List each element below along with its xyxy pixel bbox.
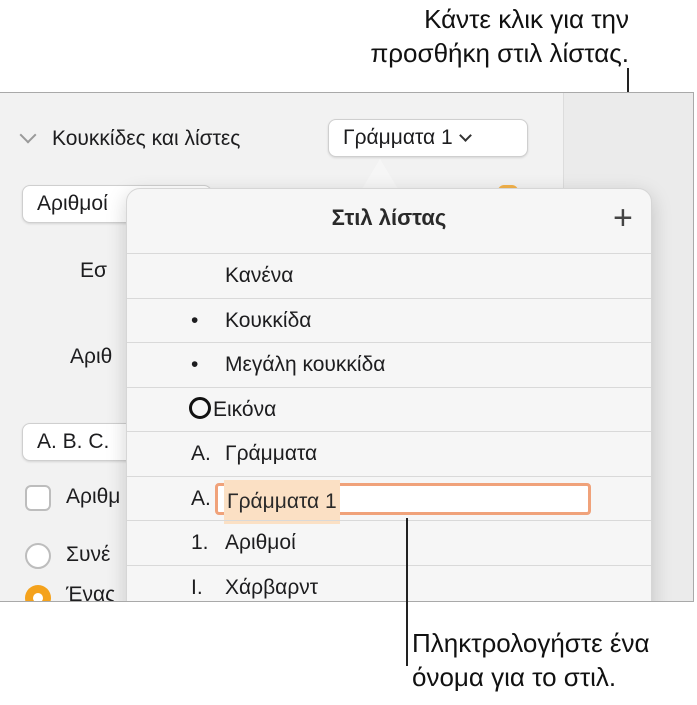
callout-pointer-line xyxy=(406,518,408,666)
list-item[interactable]: • Κουκκίδα xyxy=(127,297,651,343)
chevron-down-icon xyxy=(458,129,472,142)
start-at-radio[interactable] xyxy=(25,585,51,601)
style-name-input[interactable]: Γράμματα 1 xyxy=(215,479,591,524)
list-item-label: Μεγάλη κουκκίδα xyxy=(225,353,386,376)
list-item-prefix: A. xyxy=(191,442,211,465)
list-item[interactable]: Εικόνα xyxy=(127,386,651,432)
callout-line: Πληκτρολογήστε ένα xyxy=(412,628,650,658)
list-styles-popover: Στιλ λίστας + Κανένα • Κουκκίδα • Μεγάλη… xyxy=(126,188,652,602)
continue-radio-label: Συνέ xyxy=(66,543,111,566)
list-item[interactable]: I. Χάρβαρντ xyxy=(127,564,651,602)
list-item-editing[interactable]: A. Γράμματα 1 xyxy=(127,475,651,524)
list-item[interactable]: 1. Αριθμοί xyxy=(127,520,651,565)
number-format-value: A. B. C. xyxy=(37,430,110,453)
list-item[interactable]: Κανένα xyxy=(127,253,651,298)
start-at-radio-label: Ένας xyxy=(66,583,116,602)
checkbox-label: Αριθμ xyxy=(66,485,121,508)
callout-line: όνομα για το στιλ. xyxy=(412,662,617,692)
list-item-label: Κανένα xyxy=(225,264,294,287)
plus-icon[interactable]: + xyxy=(613,201,633,235)
callout-type-name: Πληκτρολογήστε ένα όνομα για το στιλ. xyxy=(412,626,650,694)
format-sidebar-screenshot: Κουκκίδες και λίστες Γράμματα 1 Αριθμοί … xyxy=(0,92,694,602)
popover-arrow xyxy=(362,159,398,189)
list-item[interactable]: A. Γράμματα xyxy=(127,431,651,476)
tiered-numbers-checkbox[interactable] xyxy=(25,485,51,511)
indent-label: Εσ xyxy=(80,259,107,282)
list-item-prefix: 1. xyxy=(191,531,209,554)
bullet-icon: • xyxy=(191,353,199,376)
callout-line: προσθήκη στιλ λίστας. xyxy=(370,38,629,68)
list-style-list: Κανένα • Κουκκίδα • Μεγάλη κουκκίδα Εικό… xyxy=(127,253,651,602)
list-item-label: Εικόνα xyxy=(213,397,277,421)
continue-radio[interactable] xyxy=(25,543,51,569)
style-name-input-text: Γράμματα 1 xyxy=(224,479,340,524)
list-item-label: Αριθμοί xyxy=(225,531,296,554)
list-item-label: Κουκκίδα xyxy=(225,308,312,332)
list-style-value: Γράμματα 1 xyxy=(343,126,453,149)
list-item-label: Χάρβαρντ xyxy=(225,575,319,599)
list-item[interactable]: • Μεγάλη κουκκίδα xyxy=(127,342,651,387)
list-style-popup[interactable]: Γράμματα 1 xyxy=(328,119,528,157)
callout-add-style: Κάντε κλικ για την προσθήκη στιλ λίστας. xyxy=(370,2,629,70)
disclosure-chevron-icon[interactable] xyxy=(19,126,37,144)
list-item-label: Γράμματα xyxy=(225,442,318,465)
bullet-icon: • xyxy=(191,308,199,332)
callout-line: Κάντε κλικ για την xyxy=(424,4,629,34)
popover-title: Στιλ λίστας xyxy=(331,205,447,230)
bullet-type-value: Αριθμοί xyxy=(37,192,108,215)
list-item-prefix: I. xyxy=(191,575,203,599)
section-title: Κουκκίδες και λίστες xyxy=(52,127,241,150)
number-label: Αριθ xyxy=(70,345,113,368)
